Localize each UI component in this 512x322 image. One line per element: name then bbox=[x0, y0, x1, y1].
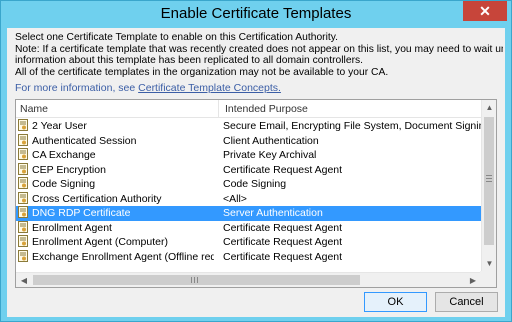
certificate-template-icon bbox=[18, 162, 32, 176]
intended-purpose-cell: Client Authentication bbox=[223, 134, 319, 147]
template-name: CEP Encryption bbox=[32, 163, 106, 176]
column-header-name[interactable]: Name bbox=[20, 100, 48, 118]
horizontal-scroll-thumb[interactable] bbox=[33, 275, 360, 285]
table-row[interactable]: Authenticated Session Client Authenticati… bbox=[16, 133, 481, 149]
scroll-up-icon[interactable]: ▲ bbox=[482, 100, 497, 116]
dialog-body: Select one Certificate Template to enabl… bbox=[7, 28, 505, 317]
dialog-window: Enable Certificate Templates ✕ Select on… bbox=[0, 0, 512, 322]
intended-purpose-cell: Private Key Archival bbox=[223, 149, 317, 161]
title-bar[interactable]: Enable Certificate Templates ✕ bbox=[1, 1, 511, 27]
certificate-template-icon bbox=[18, 177, 32, 190]
template-name-cell: Cross Certification Authority bbox=[18, 191, 214, 207]
list-header: Name Intended Purpose bbox=[16, 100, 481, 118]
grip-line bbox=[486, 175, 492, 176]
table-row[interactable]: DNG RDP Certificate Server Authentication bbox=[16, 206, 481, 221]
template-name-cell: DNG RDP Certificate bbox=[18, 206, 214, 221]
template-name-cell: Enrollment Agent (Computer) bbox=[18, 235, 214, 250]
template-name-cell: Enrollment Agent bbox=[18, 220, 214, 236]
column-header-purpose[interactable]: Intended Purpose bbox=[225, 100, 308, 118]
list-rows: 2 Year User Secure Email, Encrypting File… bbox=[16, 119, 481, 272]
template-list[interactable]: Name Intended Purpose 2 Year User Secure … bbox=[15, 99, 497, 288]
ok-button[interactable]: OK bbox=[364, 292, 427, 312]
certificate-template-icon bbox=[18, 249, 32, 263]
template-name: Enrollment Agent bbox=[32, 221, 112, 234]
intended-purpose-cell: Certificate Request Agent bbox=[223, 236, 343, 248]
intended-purpose-cell: Certificate Request Agent bbox=[223, 221, 343, 234]
vertical-scrollbar[interactable]: ▲ ▼ bbox=[481, 100, 496, 272]
scroll-left-icon[interactable]: ◀ bbox=[16, 273, 32, 288]
table-row[interactable]: Code Signing Code Signing bbox=[16, 177, 481, 192]
template-name-cell: Exchange Enrollment Agent (Offline reque… bbox=[18, 249, 214, 265]
grip-line bbox=[486, 181, 492, 182]
table-row[interactable]: Cross Certification Authority <All> bbox=[16, 191, 481, 207]
horizontal-scrollbar[interactable]: ◀ ▶ bbox=[16, 272, 481, 287]
intended-purpose-cell: Code Signing bbox=[223, 178, 287, 190]
scrollbar-corner bbox=[480, 271, 496, 287]
template-name-cell: Authenticated Session bbox=[18, 133, 214, 149]
intended-purpose-cell: <All> bbox=[223, 192, 247, 205]
certificate-template-icon bbox=[18, 119, 32, 132]
intended-purpose-cell: Certificate Request Agent bbox=[223, 163, 343, 176]
certificate-template-icon bbox=[18, 191, 32, 205]
template-name-cell: Code Signing bbox=[18, 177, 214, 192]
template-name-cell: CEP Encryption bbox=[18, 162, 214, 178]
table-row[interactable]: Exchange Enrollment Agent (Offline reque… bbox=[16, 249, 481, 265]
template-name: 2 Year User bbox=[32, 120, 87, 132]
table-row[interactable]: CEP Encryption Certificate Request Agent bbox=[16, 162, 481, 178]
template-name: Authenticated Session bbox=[32, 134, 137, 147]
certificate-template-icon bbox=[18, 148, 32, 161]
more-info-prefix: For more information, see bbox=[15, 82, 139, 94]
description-text: Select one Certificate Template to enabl… bbox=[15, 32, 503, 79]
description-line: Note: If a certificate template that was… bbox=[15, 43, 503, 55]
intended-purpose-cell: Secure Email, Encrypting File System, Do… bbox=[223, 120, 481, 132]
more-info: For more information, see Certificate Te… bbox=[15, 82, 281, 94]
close-button[interactable]: ✕ bbox=[463, 1, 507, 21]
table-row[interactable]: CA Exchange Private Key Archival bbox=[16, 148, 481, 163]
vertical-scroll-thumb[interactable] bbox=[484, 117, 494, 245]
column-divider[interactable] bbox=[218, 100, 219, 118]
table-row[interactable]: Enrollment Agent Certificate Request Agen… bbox=[16, 220, 481, 236]
template-name: Exchange Enrollment Agent (Offline reque… bbox=[32, 250, 214, 263]
description-line: information about this template has been… bbox=[15, 55, 364, 67]
certificate-template-icon bbox=[18, 133, 32, 147]
template-name-cell: CA Exchange bbox=[18, 148, 214, 163]
certificate-template-icon bbox=[18, 206, 32, 219]
template-name: Code Signing bbox=[32, 178, 96, 190]
scroll-down-icon[interactable]: ▼ bbox=[482, 256, 497, 272]
template-name: CA Exchange bbox=[32, 149, 96, 161]
cancel-button[interactable]: Cancel bbox=[435, 292, 498, 312]
certificate-template-icon bbox=[18, 220, 32, 234]
template-name: DNG RDP Certificate bbox=[32, 207, 131, 219]
table-row[interactable]: Enrollment Agent (Computer) Certificate R… bbox=[16, 235, 481, 250]
certificate-template-icon bbox=[18, 235, 32, 248]
template-concepts-link[interactable]: Certificate Template Concepts. bbox=[138, 82, 281, 94]
intended-purpose-cell: Certificate Request Agent bbox=[223, 250, 343, 263]
grip-line bbox=[486, 178, 492, 179]
window-title: Enable Certificate Templates bbox=[160, 5, 352, 22]
intended-purpose-cell: Server Authentication bbox=[223, 207, 323, 219]
description-line: Select one Certificate Template to enabl… bbox=[15, 32, 339, 43]
grip-line bbox=[197, 277, 198, 283]
template-name: Enrollment Agent (Computer) bbox=[32, 236, 168, 248]
grip-line bbox=[194, 277, 195, 283]
table-row[interactable]: 2 Year User Secure Email, Encrypting File… bbox=[16, 119, 481, 134]
template-name-cell: 2 Year User bbox=[18, 119, 214, 134]
description-line: All of the certificate templates in the … bbox=[15, 67, 389, 79]
scroll-right-icon[interactable]: ▶ bbox=[465, 273, 481, 288]
grip-line bbox=[191, 277, 192, 283]
template-name: Cross Certification Authority bbox=[32, 192, 162, 205]
